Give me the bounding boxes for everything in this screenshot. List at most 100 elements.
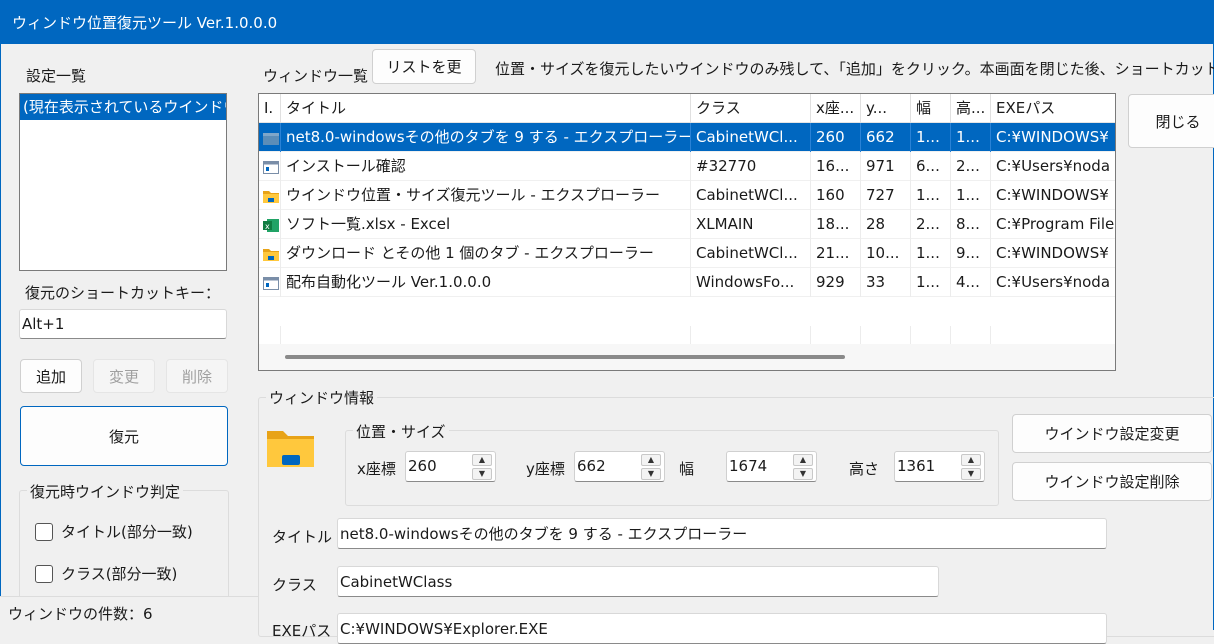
grid-header: I. タイトル クラス x座... y... 幅 高... EXEパス [259, 94, 1115, 123]
table-cell: 18... [811, 210, 861, 239]
width-value[interactable]: 1674 [729, 452, 767, 481]
table-row[interactable]: net8.0-windowsその他のタブを 9 する - エクスプローラー Cab… [259, 123, 1115, 152]
explorer-folder-icon [263, 131, 279, 145]
folder-icon [263, 189, 279, 203]
table-cell: C:¥Users¥noda [996, 273, 1111, 291]
spin-down-icon[interactable]: ▼ [793, 468, 813, 480]
table-cell: 6... [911, 152, 951, 181]
column-header[interactable]: 高... [951, 94, 991, 123]
y-value[interactable]: 662 [577, 452, 606, 481]
table-row[interactable]: 配布自動化ツール Ver.1.0.0.0 WindowsFo... 929 33 1..… [259, 268, 1115, 297]
app-window-icon [263, 160, 279, 174]
column-header[interactable]: 幅 [911, 94, 951, 123]
class-field-label: クラス [272, 576, 317, 594]
table-cell: C:¥Program File [996, 215, 1115, 233]
table-cell: CabinetWCl... [691, 123, 811, 152]
table-cell: 2... [911, 210, 951, 239]
delete-button[interactable]: 削除 [166, 359, 228, 393]
position-size-group-title: 位置・サイズ [353, 421, 449, 442]
add-button[interactable]: 追加 [20, 359, 82, 393]
class-match-label: クラス(部分一致) [61, 565, 178, 583]
restore-button[interactable]: 復元 [20, 406, 228, 466]
table-cell: C:¥Users¥noda [996, 157, 1111, 175]
table-cell: インストール確認 [281, 152, 691, 181]
class-match-checkbox[interactable]: クラス(部分一致) [35, 563, 177, 584]
change-button[interactable]: 変更 [93, 359, 155, 393]
app-window-icon [263, 276, 279, 290]
table-cell: 160 [811, 181, 861, 210]
table-cell: 1... [911, 239, 951, 268]
delete-window-settings-button[interactable]: ウインドウ設定削除 [1012, 462, 1212, 501]
table-cell: ウインドウ位置・サイズ復元ツール - エクスプローラー [281, 181, 691, 210]
width-label: 幅 [679, 460, 695, 478]
x-spinner[interactable]: 260 ▲ ▼ [405, 451, 496, 482]
table-cell: XLMAIN [691, 210, 811, 239]
change-window-settings-button[interactable]: ウインドウ設定変更 [1012, 414, 1212, 453]
settings-listbox[interactable]: (現在表示されているウインドウ [19, 93, 227, 271]
table-cell: 1... [951, 123, 991, 152]
table-cell: 971 [861, 152, 911, 181]
title-match-checkbox[interactable]: タイトル(部分一致) [35, 521, 193, 542]
shortcut-input[interactable]: Alt+1 [19, 309, 227, 339]
window-info-group-title: ウィンドウ情報 [266, 387, 378, 408]
column-header[interactable]: y... [861, 94, 911, 123]
table-cell: 9... [951, 239, 991, 268]
table-cell: #32770 [691, 152, 811, 181]
table-cell: ダウンロード とその他 1 個のタブ - エクスプローラー [281, 239, 691, 268]
window-list-grid[interactable]: I. タイトル クラス x座... y... 幅 高... EXEパス net8… [258, 93, 1116, 371]
table-cell: 1... [911, 123, 951, 152]
table-cell: 8... [951, 210, 991, 239]
height-value[interactable]: 1361 [897, 452, 935, 481]
table-cell: WindowsFo... [691, 268, 811, 297]
table-cell: C:¥WINDOWS¥ [996, 186, 1109, 204]
exe-path-field[interactable]: C:¥WINDOWS¥Explorer.EXE [337, 613, 1107, 644]
height-spinner[interactable]: 1361 ▲ ▼ [894, 451, 985, 482]
column-header[interactable]: x座... [811, 94, 861, 123]
settings-list-item[interactable]: (現在表示されているウインドウ [20, 94, 226, 120]
settings-list-label: 設定一覧 [26, 67, 87, 85]
table-cell: ソフト一覧.xlsx - Excel [281, 210, 691, 239]
close-button[interactable]: 閉じる [1128, 94, 1214, 148]
horizontal-scrollbar[interactable] [259, 344, 1115, 370]
svg-text:x: x [265, 222, 270, 231]
spin-up-icon[interactable]: ▲ [472, 454, 492, 466]
column-header[interactable]: EXEパス [991, 94, 1115, 123]
table-cell: 33 [861, 268, 911, 297]
instruction-text: 位置・サイズを復元したいウインドウのみ残して、「追加」をクリック。本画面を閉じた… [495, 60, 1214, 78]
table-cell: 10... [861, 239, 911, 268]
title-field[interactable]: net8.0-windowsその他のタブを 9 する - エクスプローラー [337, 518, 1107, 549]
title-bar[interactable]: ウィンドウ位置復元ツール Ver.1.0.0.0 [0, 0, 1214, 44]
table-cell: 4... [951, 268, 991, 297]
table-row[interactable]: インストール確認 #32770 16... 971 6... 2... C:¥Users¥n… [259, 152, 1115, 181]
spin-up-icon[interactable]: ▲ [641, 454, 661, 466]
checkbox-box[interactable] [35, 564, 53, 583]
column-header[interactable]: クラス [691, 94, 811, 123]
folder-icon [263, 247, 279, 261]
spin-up-icon[interactable]: ▲ [793, 454, 813, 466]
spin-down-icon[interactable]: ▼ [961, 468, 981, 480]
class-field[interactable]: CabinetWClass [337, 566, 939, 597]
table-cell: 16... [811, 152, 861, 181]
excel-icon: x [263, 218, 279, 232]
table-cell: 2... [951, 152, 991, 181]
y-spinner[interactable]: 662 ▲ ▼ [574, 451, 665, 482]
column-header[interactable]: I. [259, 94, 281, 123]
table-cell: 21... [811, 239, 861, 268]
refresh-list-button[interactable]: リストを更 [372, 49, 476, 84]
x-value[interactable]: 260 [408, 452, 437, 481]
height-label: 高さ [849, 460, 880, 478]
shortcut-label: 復元のショートカットキー： [25, 284, 221, 302]
spin-up-icon[interactable]: ▲ [961, 454, 981, 466]
spin-down-icon[interactable]: ▼ [641, 468, 661, 480]
spin-down-icon[interactable]: ▼ [472, 468, 492, 480]
table-cell: 28 [861, 210, 911, 239]
checkbox-box[interactable] [35, 522, 53, 541]
empty-row [259, 326, 1115, 346]
title-field-label: タイトル [272, 528, 333, 546]
column-header[interactable]: タイトル [281, 94, 691, 123]
table-row[interactable]: ウインドウ位置・サイズ復元ツール - エクスプローラー CabinetWCl...… [259, 181, 1115, 210]
table-row[interactable]: ダウンロード とその他 1 個のタブ - エクスプローラー CabinetWCl.… [259, 239, 1115, 268]
width-spinner[interactable]: 1674 ▲ ▼ [726, 451, 817, 482]
table-row[interactable]: ソフト一覧.xlsx - Excel XLMAIN 18... 28 2... 8... C… [259, 210, 1115, 239]
scrollbar-thumb[interactable] [285, 355, 845, 359]
